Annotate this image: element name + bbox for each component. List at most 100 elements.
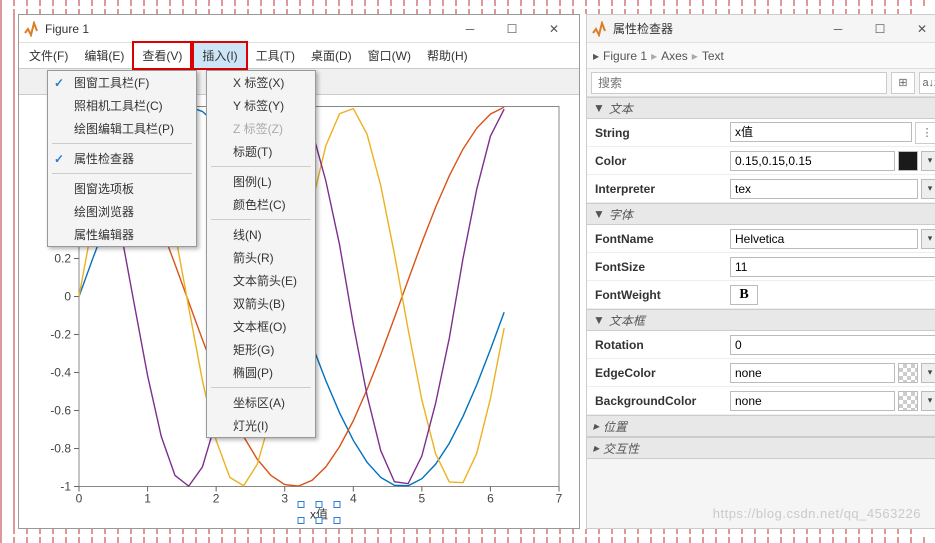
menu-help[interactable]: 帮助(H)	[419, 43, 476, 68]
fontname-input[interactable]	[730, 229, 918, 249]
prop-fontname: FontName ▾	[587, 225, 935, 253]
prop-bgcolor: BackgroundColor ▾	[587, 387, 935, 415]
prop-fontsize: FontSize	[587, 253, 935, 281]
search-input[interactable]	[591, 72, 887, 94]
sort-button[interactable]: a↓z	[919, 72, 935, 94]
string-input[interactable]	[730, 122, 912, 142]
minimize-button[interactable]: ─	[817, 16, 859, 42]
breadcrumb-item[interactable]: Axes	[661, 49, 688, 63]
figure-window: Figure 1 ─ ☐ ✕ 文件(F) 编辑(E) 查看(V) 插入(I) 工…	[18, 14, 580, 529]
menu-item[interactable]: ✓图窗工具栏(F)	[48, 71, 196, 94]
close-button[interactable]: ✕	[533, 16, 575, 42]
menu-item[interactable]: 灯光(I)	[207, 414, 315, 437]
breadcrumb: ▸ Figure 1 ▸ Axes ▸ Text	[587, 43, 935, 69]
section-position[interactable]: ▸ 位置	[587, 415, 935, 437]
svg-text:2: 2	[213, 492, 220, 506]
figure-titlebar: Figure 1 ─ ☐ ✕	[19, 15, 579, 43]
svg-text:7: 7	[556, 492, 563, 506]
section-font[interactable]: ▼ 字体	[587, 203, 935, 225]
section-textbox[interactable]: ▼ 文本框	[587, 309, 935, 331]
maximize-button[interactable]: ☐	[491, 16, 533, 42]
interpreter-input[interactable]	[730, 179, 918, 199]
menu-item[interactable]: 线(N)	[207, 223, 315, 246]
dropdown-button[interactable]: ▾	[921, 363, 935, 383]
dropdown-button[interactable]: ▾	[921, 179, 935, 199]
svg-text:-0.8: -0.8	[50, 442, 71, 456]
prop-fontweight: FontWeight B	[587, 281, 935, 309]
dropdown-button[interactable]: ▾	[921, 391, 935, 411]
prop-string: String ⋮	[587, 119, 935, 147]
close-button[interactable]: ✕	[901, 16, 935, 42]
svg-text:5: 5	[419, 492, 426, 506]
menu-insert[interactable]: 插入(I)	[192, 41, 247, 70]
menu-item[interactable]: 文本框(O)	[207, 315, 315, 338]
menu-item[interactable]: 图例(L)	[207, 170, 315, 193]
view-grid-button[interactable]: ⊞	[891, 72, 915, 94]
menu-item[interactable]: 矩形(G)	[207, 338, 315, 361]
menu-item[interactable]: 坐标区(A)	[207, 391, 315, 414]
breadcrumb-item[interactable]: Figure 1	[603, 49, 647, 63]
menu-item[interactable]: 颜色栏(C)	[207, 193, 315, 216]
matlab-icon	[591, 21, 607, 37]
color-swatch[interactable]	[898, 391, 918, 411]
menu-edit[interactable]: 编辑(E)	[76, 43, 132, 68]
svg-text:4: 4	[350, 492, 357, 506]
insert-dropdown: X 标签(X)Y 标签(Y)Z 标签(Z)标题(T) 图例(L)颜色栏(C) 线…	[206, 70, 316, 438]
svg-text:6: 6	[487, 492, 494, 506]
color-swatch[interactable]	[898, 151, 918, 171]
menu-item[interactable]: 文本箭头(E)	[207, 269, 315, 292]
section-text[interactable]: ▼ 文本	[587, 97, 935, 119]
menu-item[interactable]: ✓属性检查器	[48, 147, 196, 170]
menu-item[interactable]: 绘图编辑工具栏(P)	[48, 117, 196, 140]
menu-item[interactable]: 箭头(R)	[207, 246, 315, 269]
menu-item[interactable]: 属性编辑器	[48, 223, 196, 246]
breadcrumb-item[interactable]: Text	[702, 49, 724, 63]
menu-item[interactable]: 绘图浏览器	[48, 200, 196, 223]
menubar: 文件(F) 编辑(E) 查看(V) 插入(I) 工具(T) 桌面(D) 窗口(W…	[19, 43, 579, 69]
menu-item[interactable]: 照相机工具栏(C)	[48, 94, 196, 117]
svg-text:-0.4: -0.4	[50, 366, 71, 380]
search-row: ⊞ a↓z	[587, 69, 935, 97]
color-swatch[interactable]	[898, 363, 918, 383]
menu-desktop[interactable]: 桌面(D)	[303, 43, 360, 68]
edgecolor-input[interactable]	[730, 363, 895, 383]
back-icon[interactable]: ▸	[593, 49, 599, 63]
inspector-titlebar: 属性检查器 ─ ☐ ✕	[587, 15, 935, 43]
prop-edgecolor: EdgeColor ▾	[587, 359, 935, 387]
menu-item[interactable]: 双箭头(B)	[207, 292, 315, 315]
color-input[interactable]	[730, 151, 895, 171]
svg-text:-0.2: -0.2	[50, 328, 71, 342]
prop-rotation: Rotation	[587, 331, 935, 359]
menu-item[interactable]: 图窗选项板	[48, 177, 196, 200]
svg-text:0: 0	[64, 290, 71, 304]
bold-button[interactable]: B	[730, 285, 758, 305]
menu-item[interactable]: X 标签(X)	[207, 71, 315, 94]
svg-text:3: 3	[281, 492, 288, 506]
svg-text:-0.6: -0.6	[50, 404, 71, 418]
menu-view[interactable]: 查看(V)	[132, 41, 192, 70]
figure-title: Figure 1	[45, 22, 449, 36]
section-interact[interactable]: ▸ 交互性	[587, 437, 935, 459]
minimize-button[interactable]: ─	[449, 16, 491, 42]
inspector-window: 属性检查器 ─ ☐ ✕ ▸ Figure 1 ▸ Axes ▸ Text ⊞ a…	[586, 14, 935, 529]
more-button[interactable]: ⋮	[915, 122, 935, 144]
menu-item[interactable]: Y 标签(Y)	[207, 94, 315, 117]
menu-tools[interactable]: 工具(T)	[248, 43, 303, 68]
prop-interpreter: Interpreter ▾	[587, 175, 935, 203]
prop-color: Color ▾	[587, 147, 935, 175]
maximize-button[interactable]: ☐	[859, 16, 901, 42]
menu-item[interactable]: Z 标签(Z)	[207, 117, 315, 140]
menu-window[interactable]: 窗口(W)	[360, 43, 419, 68]
fontsize-input[interactable]	[730, 257, 935, 277]
menu-item[interactable]: 标题(T)	[207, 140, 315, 163]
dropdown-button[interactable]: ▾	[921, 229, 935, 249]
svg-text:0: 0	[76, 492, 83, 506]
menu-file[interactable]: 文件(F)	[21, 43, 76, 68]
matlab-icon	[23, 21, 39, 37]
menu-item[interactable]: 椭圆(P)	[207, 361, 315, 384]
svg-text:0.2: 0.2	[54, 252, 71, 266]
bgcolor-input[interactable]	[730, 391, 895, 411]
rotation-input[interactable]	[730, 335, 935, 355]
view-dropdown: ✓图窗工具栏(F)照相机工具栏(C)绘图编辑工具栏(P) ✓属性检查器 图窗选项…	[47, 70, 197, 247]
dropdown-button[interactable]: ▾	[921, 151, 935, 171]
